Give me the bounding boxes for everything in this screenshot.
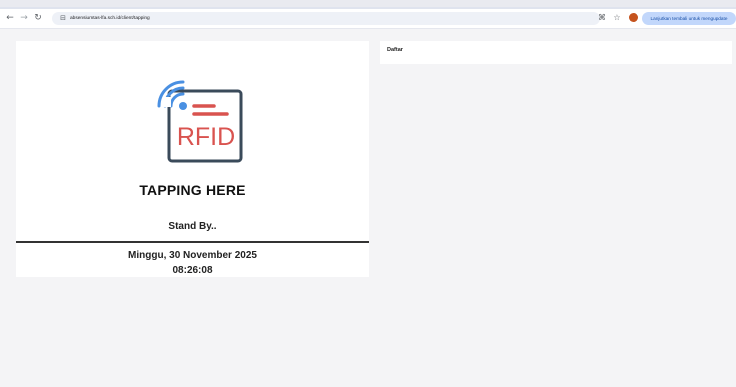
time-text: 08:26:08 xyxy=(172,265,213,276)
tap-card: RFID TAPPING HERE Stand By.. Minggu, 30 … xyxy=(16,41,369,277)
browser-tab-strip xyxy=(0,0,736,9)
address-bar[interactable]: ⊟ absensiumtas-lfa.sch.id/client/tapping xyxy=(52,12,600,25)
url-text: absensiumtas-lfa.sch.id/client/tapping xyxy=(70,16,150,21)
status-text: Stand By.. xyxy=(168,221,217,232)
site-info-icon[interactable]: ⊟ xyxy=(58,13,68,23)
avatar[interactable] xyxy=(629,13,638,22)
translate-icon[interactable]: ⌘ xyxy=(596,12,608,24)
divider xyxy=(16,241,369,243)
rfid-illustration: RFID xyxy=(157,80,243,163)
update-button[interactable]: Lanjutkan tembali untuk mengupdate xyxy=(642,12,736,25)
rfid-text: RFID xyxy=(177,123,235,151)
panel-title: Daftar xyxy=(387,47,403,53)
back-arrow-icon[interactable]: ← xyxy=(4,12,16,24)
date-text: Minggu, 30 November 2025 xyxy=(128,250,257,261)
reload-icon[interactable]: ↻ xyxy=(32,12,44,24)
browser-toolbar: ← → ↻ ⊟ absensiumtas-lfa.sch.id/client/t… xyxy=(0,9,736,29)
page-content: RFID TAPPING HERE Stand By.. Minggu, 30 … xyxy=(0,29,736,387)
daftar-panel: Daftar xyxy=(380,41,732,64)
tap-title: TAPPING HERE xyxy=(139,182,246,198)
signal-dot-icon xyxy=(179,102,187,110)
toolbar-actions: ⌘ ☆ Lanjutkan tembali untuk mengupdate xyxy=(596,12,736,25)
star-icon[interactable]: ☆ xyxy=(611,12,623,24)
forward-arrow-icon[interactable]: → xyxy=(18,12,30,24)
